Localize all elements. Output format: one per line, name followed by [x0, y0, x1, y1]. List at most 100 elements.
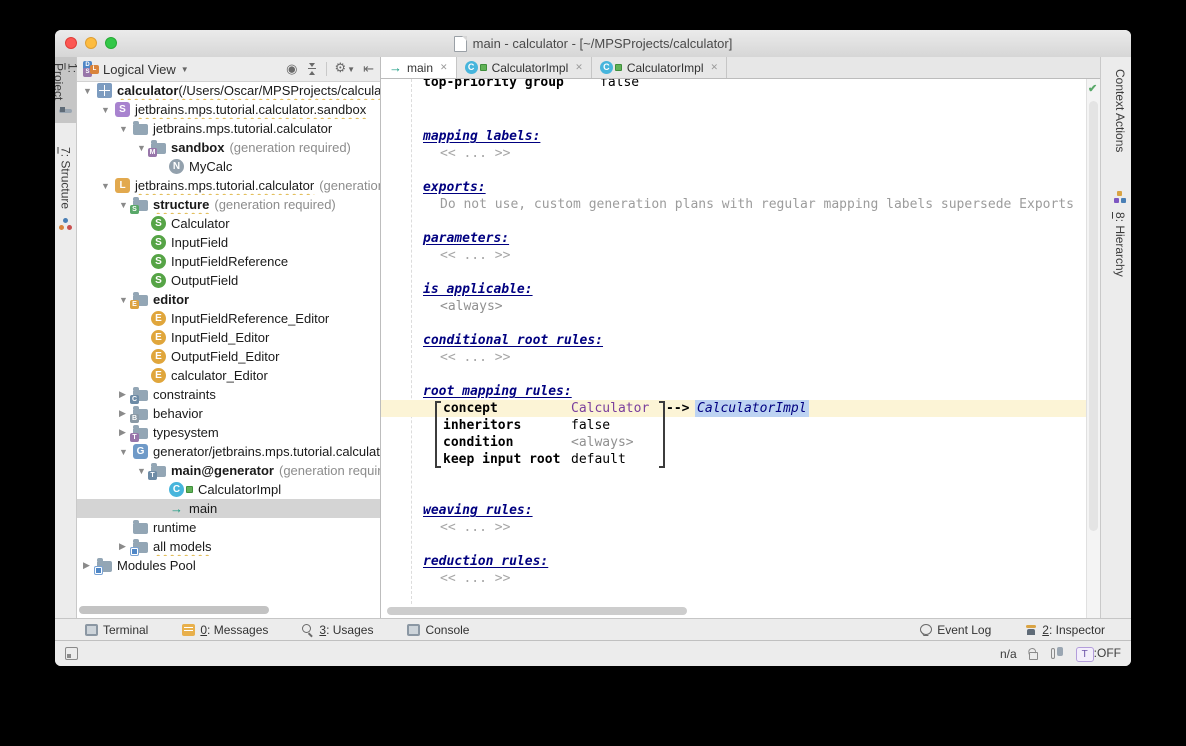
concept-icon: S	[151, 254, 166, 269]
tree-row-calculator-project[interactable]: ▼ calculator (/Users/Oscar/MPSProjects/c…	[77, 81, 380, 100]
chevron-expanded-icon[interactable]: ▼	[119, 124, 133, 134]
tree-row-modules-pool[interactable]: ▶ Modules Pool	[77, 556, 380, 575]
editor-tab-bar: → main ✕ C CalculatorImpl ✕ C Calculator…	[381, 57, 1100, 79]
tool-button-hierarchy[interactable]: 8: Hierarchy	[1105, 183, 1131, 293]
chevron-down-icon[interactable]: ▼	[181, 65, 189, 74]
tree-row-editor-aspect[interactable]: ▼ E editor	[77, 290, 380, 309]
tab-main[interactable]: → main ✕	[381, 57, 457, 78]
weaving-rules-placeholder[interactable]: << ... >>	[440, 519, 510, 536]
view-selector[interactable]: Logical View	[103, 62, 176, 77]
chevron-expanded-icon[interactable]: ▼	[119, 447, 133, 457]
tree-row-constraints[interactable]: ▶ C constraints	[77, 385, 380, 404]
chevron-expanded-icon[interactable]: ▼	[101, 105, 115, 115]
conditional-root-rules-placeholder[interactable]: << ... >>	[440, 349, 510, 366]
parameters-placeholder[interactable]: << ... >>	[440, 247, 510, 264]
collapse-all-icon[interactable]	[306, 63, 318, 75]
weaving-rules-header: weaving rules:	[423, 503, 533, 518]
rule-row-keep-input-root[interactable]: keep input root default	[443, 451, 626, 468]
tool-button-usages[interactable]: 3: Usages	[302, 623, 373, 637]
project-tree-panel: DSL Logical View ▼ ◉ ⚙▼ ⇤ ▼ calculator (…	[77, 57, 381, 618]
tree-row-behavior[interactable]: ▶ B behavior	[77, 404, 380, 423]
tool-button-inspector[interactable]: 2: Inspector	[1025, 623, 1105, 637]
exports-note: Do not use, custom generation plans with…	[440, 197, 1074, 212]
folder-icon	[133, 520, 148, 534]
chevron-expanded-icon[interactable]: ▼	[83, 86, 97, 96]
terminal-icon	[85, 623, 98, 636]
reduction-rules-placeholder[interactable]: << ... >>	[440, 570, 510, 587]
mapping-labels-placeholder[interactable]: << ... >>	[440, 145, 510, 162]
tree-row-editor-outputfield[interactable]: E OutputField_Editor	[77, 347, 380, 366]
tool-button-event-log[interactable]: Event Log	[920, 623, 991, 637]
tree-row-calculatorimpl[interactable]: C CalculatorImpl	[77, 480, 380, 499]
left-bracket	[435, 401, 442, 468]
model-icon: M	[148, 140, 166, 157]
rule-row-condition[interactable]: condition <always>	[443, 434, 634, 451]
project-tree: ▼ calculator (/Users/Oscar/MPSProjects/c…	[77, 81, 380, 600]
memory-indicator[interactable]: n/a	[1000, 647, 1017, 661]
tree-row-generator[interactable]: ▼ G generator/jetbrains.mps.tutorial.cal…	[77, 442, 380, 461]
tree-row-sandbox-model[interactable]: ▼ M sandbox (generation required)	[77, 138, 380, 157]
tree-row-folder-calculator[interactable]: ▼ jetbrains.mps.tutorial.calculator	[77, 119, 380, 138]
search-icon	[302, 623, 314, 636]
typesystem-aspect-icon: T	[130, 425, 148, 442]
tree-row-language[interactable]: ▼ L jetbrains.mps.tutorial.calculator (g…	[77, 176, 380, 195]
is-applicable-value[interactable]: <always>	[440, 298, 503, 315]
concept-icon: S	[151, 273, 166, 288]
tree-row-concept-outputfield[interactable]: S OutputField	[77, 271, 380, 290]
reduction-rules-header: reduction rules:	[423, 554, 549, 569]
event-log-icon	[920, 623, 933, 636]
tab-calculatorimpl-1[interactable]: C CalculatorImpl ✕	[457, 57, 592, 78]
tree-row-editor-calculator[interactable]: E calculator_Editor	[77, 366, 380, 385]
rule-row-concept[interactable]: concept Calculator	[443, 400, 649, 417]
tree-row-runtime[interactable]: runtime	[77, 518, 380, 537]
tool-button-terminal[interactable]: Terminal	[85, 623, 148, 637]
tree-horizontal-scrollbar[interactable]	[79, 606, 269, 614]
root-mapping-rule[interactable]: concept Calculator inheritors false condit…	[435, 400, 835, 470]
tree-row-sandbox-solution[interactable]: ▼ S jetbrains.mps.tutorial.calculator.sa…	[77, 100, 380, 119]
tree-row-concept-inputfieldreference[interactable]: S InputFieldReference	[77, 252, 380, 271]
top-priority-group-line[interactable]: top-priority group false	[423, 79, 639, 91]
right-bracket	[658, 401, 665, 468]
tree-row-mycalc[interactable]: N MyCalc	[77, 157, 380, 176]
tab-calculatorimpl-2[interactable]: C CalculatorImpl ✕	[592, 57, 728, 78]
highlighting-level-icon[interactable]	[1050, 647, 1064, 660]
close-icon[interactable]: ✕	[575, 62, 583, 73]
tool-button-context-actions[interactable]: Context Actions	[1105, 61, 1131, 171]
toggle-tool-buttons-icon[interactable]	[65, 647, 78, 660]
gear-icon[interactable]: ⚙▼	[335, 60, 356, 78]
chevron-expanded-icon[interactable]: ▼	[101, 181, 115, 191]
editor-horizontal-scrollbar[interactable]	[381, 607, 1086, 616]
locate-icon[interactable]: ◉	[286, 61, 297, 77]
rule-target-selected[interactable]: CalculatorImpl	[695, 400, 809, 417]
tree-row-main-generator-model[interactable]: ▼ T main@generator (generation required)	[77, 461, 380, 480]
root-mapping-rules-header: root mapping rules:	[423, 384, 572, 399]
all-models-icon	[130, 539, 148, 556]
editor-error-stripe[interactable]: ✔	[1086, 79, 1100, 618]
tree-row-main-selected[interactable]: → main	[77, 499, 380, 518]
tree-row-structure[interactable]: ▼ S structure (generation required)	[77, 195, 380, 214]
rule-row-inheritors[interactable]: inheritors false	[443, 417, 610, 434]
tree-row-editor-inputfield[interactable]: E InputField_Editor	[77, 328, 380, 347]
tool-button-messages[interactable]: 0: Messages	[182, 623, 268, 637]
window-title: main - calculator - [~/MPSProjects/calcu…	[472, 36, 733, 51]
tree-row-editor-inputfieldreference[interactable]: E InputFieldReference_Editor	[77, 309, 380, 328]
readonly-toggle[interactable]: T:OFF	[1075, 646, 1121, 662]
tree-row-typesystem[interactable]: ▶ T typesystem	[77, 423, 380, 442]
tool-button-console[interactable]: Console	[407, 623, 469, 637]
editor-vertical-scrollbar[interactable]	[1089, 101, 1098, 531]
hierarchy-label: 8: Hierarchy	[1113, 212, 1127, 277]
hide-panel-icon[interactable]: ⇤	[363, 61, 374, 77]
close-icon[interactable]: ✕	[711, 62, 719, 73]
tree-row-all-models[interactable]: ▶ all models	[77, 537, 380, 556]
rule-arrow: -->	[666, 401, 690, 416]
tree-row-concept-inputfield[interactable]: S InputField	[77, 233, 380, 252]
tree-row-concept-calculator[interactable]: S Calculator	[77, 214, 380, 233]
tool-button-structure[interactable]: 7: Structure	[55, 141, 76, 251]
unlock-icon[interactable]	[1028, 651, 1038, 660]
exports-header: exports:	[423, 180, 486, 195]
mapping-configuration-editor[interactable]: top-priority group false mapping labels: …	[381, 79, 1086, 604]
close-icon[interactable]: ✕	[440, 62, 448, 73]
messages-label: 0: Messages	[200, 622, 269, 637]
tool-button-project[interactable]: 1: Project	[55, 57, 80, 123]
usages-label: 3: Usages	[319, 622, 374, 637]
